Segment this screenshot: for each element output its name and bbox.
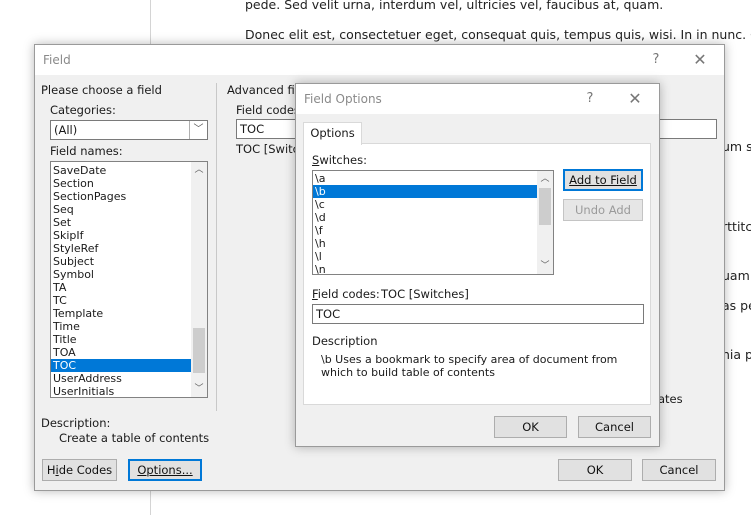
categories-dropdown[interactable]: (All) ﹀ bbox=[50, 120, 208, 140]
field-dialog-titlebar: Field ? ✕ bbox=[35, 45, 724, 75]
scroll-down-icon[interactable]: ﹀ bbox=[191, 381, 207, 397]
field-name-list-item[interactable]: UserInitials bbox=[51, 385, 207, 397]
switch-list-item[interactable]: \c bbox=[313, 198, 553, 211]
field-options-titlebar: Field Options ? ✕ bbox=[296, 84, 659, 114]
field-name-list-item[interactable]: SkipIf bbox=[51, 229, 207, 242]
field-codes-input[interactable]: TOC bbox=[312, 304, 644, 324]
ok-button[interactable]: OK bbox=[558, 459, 632, 481]
field-name-list-item[interactable]: Section bbox=[51, 177, 207, 190]
chevron-down-icon[interactable]: ﹀ bbox=[189, 121, 207, 139]
field-dialog-title: Field bbox=[43, 53, 71, 67]
hide-codes-button[interactable]: Hide Codes bbox=[42, 459, 117, 481]
field-name-list-item[interactable]: SectionPages bbox=[51, 190, 207, 203]
close-icon[interactable]: ✕ bbox=[685, 49, 715, 71]
document-text-fragment: nia pu bbox=[722, 347, 751, 362]
switch-list-item[interactable]: \b bbox=[313, 185, 553, 198]
switches-list[interactable]: \a \b \c \d \f \h \l \n ︿ ﹀ bbox=[312, 170, 554, 275]
field-name-list-item[interactable]: Set bbox=[51, 216, 207, 229]
field-names-list[interactable]: SaveDate Section SectionPages Seq Set SkipIf S… bbox=[50, 161, 208, 398]
description-label: Description: bbox=[41, 416, 111, 430]
close-icon[interactable]: ✕ bbox=[620, 88, 650, 110]
advanced-field-label: Advanced fiel bbox=[227, 83, 305, 97]
field-name-list-item[interactable]: StyleRef bbox=[51, 242, 207, 255]
document-text-fragment: uam bbox=[722, 268, 750, 283]
field-name-list-item[interactable]: Symbol bbox=[51, 268, 207, 281]
field-names-scrollbar[interactable]: ︿ ﹀ bbox=[191, 162, 207, 397]
description-label: Description bbox=[312, 334, 378, 348]
categories-value: (All) bbox=[54, 123, 78, 137]
choose-field-heading: Please choose a field bbox=[41, 83, 162, 97]
field-options-dialog: Field Options ? ✕ Switches: \a \b \c \d \f \h… bbox=[295, 83, 660, 447]
description-text: \b Uses a bookmark to specify area of do… bbox=[321, 353, 618, 379]
tab-options[interactable]: Options bbox=[303, 122, 362, 145]
options-button[interactable]: Options... bbox=[128, 459, 202, 481]
cancel-button[interactable]: Cancel bbox=[578, 416, 651, 438]
description-text: Create a table of contents bbox=[59, 431, 210, 445]
document-text-fragment: rttitc bbox=[722, 219, 751, 234]
field-codes-label: Field codes: bbox=[236, 103, 304, 117]
field-name-list-item[interactable]: SaveDate bbox=[51, 164, 207, 177]
field-name-list-item[interactable]: Time bbox=[51, 320, 207, 333]
options-tab-panel: Switches: \a \b \c \d \f \h \l \n ︿ ﹀ Add to Fi… bbox=[303, 143, 651, 405]
field-codes-syntax: TOC [Switches] bbox=[381, 287, 469, 301]
divider bbox=[216, 83, 217, 411]
switch-list-item[interactable]: \d bbox=[313, 211, 553, 224]
field-name-list-item[interactable]: UserAddress bbox=[51, 372, 207, 385]
help-icon[interactable]: ? bbox=[641, 49, 671, 71]
document-text-line: Donec elit est, consectetuer eget, conse… bbox=[245, 27, 751, 42]
field-names-label: Field names: bbox=[50, 144, 123, 158]
switches-label: Switches: bbox=[312, 153, 367, 167]
field-name-list-item[interactable]: Seq bbox=[51, 203, 207, 216]
switches-scrollbar[interactable]: ︿ ﹀ bbox=[537, 171, 553, 274]
categories-label: Categories: bbox=[50, 103, 116, 117]
scroll-down-icon[interactable]: ﹀ bbox=[537, 258, 553, 274]
cancel-button[interactable]: Cancel bbox=[642, 459, 716, 481]
field-codes-label: Field codes: bbox=[312, 287, 380, 301]
document-text-fragment: as pe bbox=[722, 298, 751, 313]
field-options-title: Field Options bbox=[304, 92, 382, 106]
field-name-list-item[interactable]: Subject bbox=[51, 255, 207, 268]
switch-list-item[interactable]: \f bbox=[313, 224, 553, 237]
add-to-field-button[interactable]: Add to Field bbox=[563, 169, 643, 191]
field-name-list-item[interactable]: TOC bbox=[51, 359, 207, 372]
field-name-list-item[interactable]: TA bbox=[51, 281, 207, 294]
switch-list-item[interactable]: \l bbox=[313, 250, 553, 263]
scroll-thumb[interactable] bbox=[539, 188, 551, 225]
switch-list-item[interactable]: \n bbox=[313, 263, 553, 274]
add-to-field-label: Add to Field bbox=[569, 173, 637, 187]
scroll-up-icon[interactable]: ︿ bbox=[537, 171, 553, 187]
field-name-list-item[interactable]: Template bbox=[51, 307, 207, 320]
switch-list-item[interactable]: \h bbox=[313, 237, 553, 250]
help-icon[interactable]: ? bbox=[575, 88, 605, 110]
field-name-list-item[interactable]: Title bbox=[51, 333, 207, 346]
scroll-up-icon[interactable]: ︿ bbox=[191, 162, 207, 178]
scroll-thumb[interactable] bbox=[193, 328, 205, 373]
undo-add-button[interactable]: Undo Add bbox=[563, 199, 643, 221]
document-text-fragment: um sc bbox=[722, 139, 751, 154]
partial-checkbox-label: ates bbox=[658, 392, 683, 406]
ok-button[interactable]: OK bbox=[494, 416, 567, 438]
document-text-line: pede. Sed velit urna, interdum vel, ultr… bbox=[245, 0, 664, 12]
field-name-list-item[interactable]: TC bbox=[51, 294, 207, 307]
field-name-list-item[interactable]: TOA bbox=[51, 346, 207, 359]
switch-list-item[interactable]: \a bbox=[313, 172, 553, 185]
